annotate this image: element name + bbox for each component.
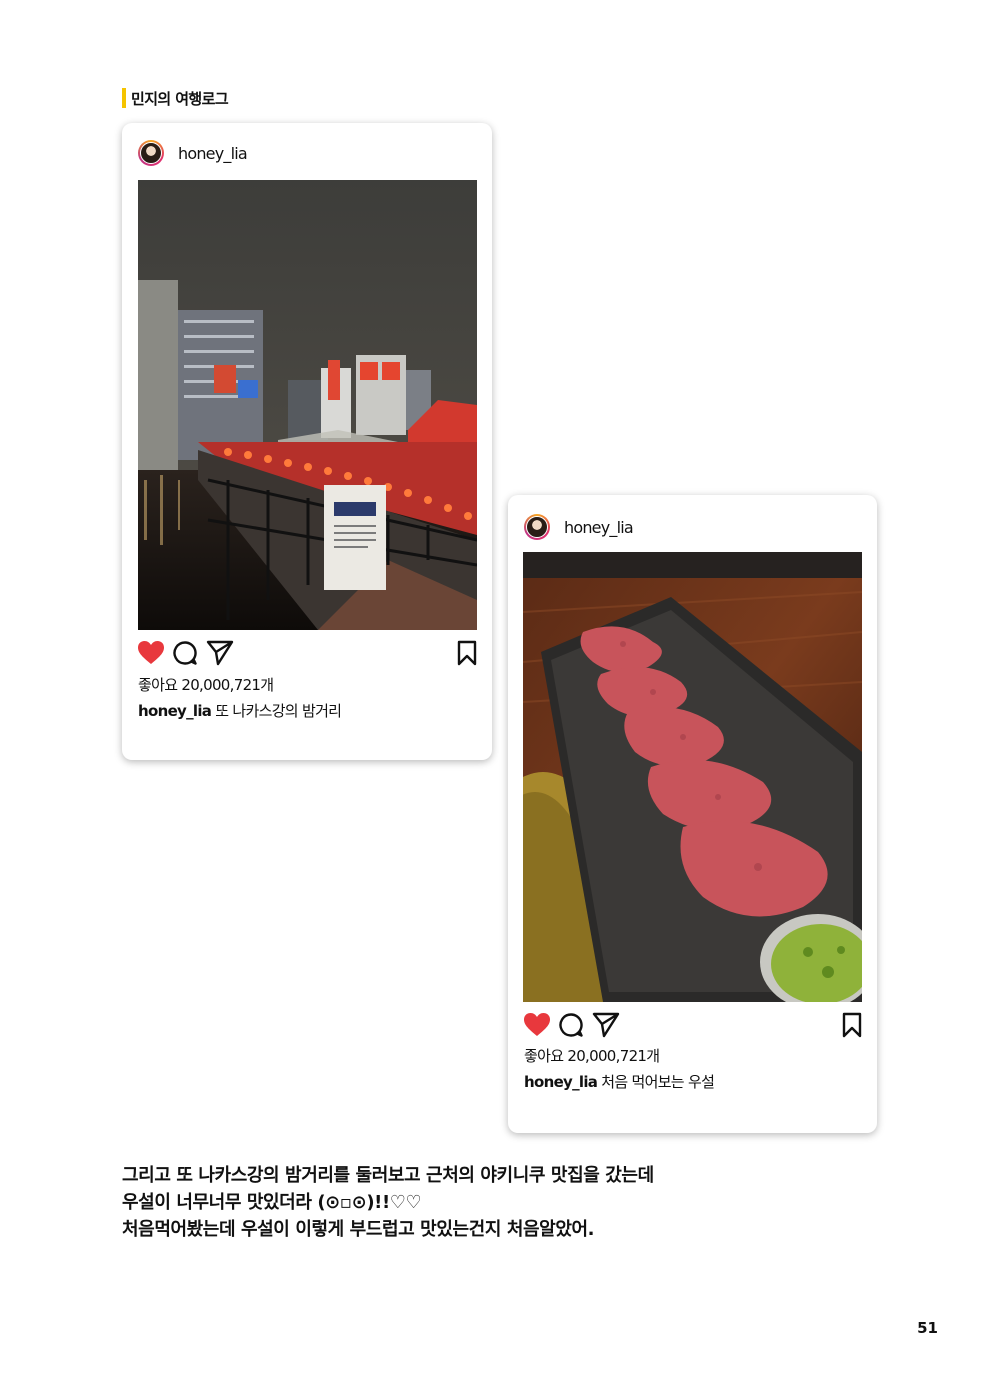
caption-username[interactable]: honey_lia	[138, 702, 212, 720]
bookmark-icon[interactable]	[841, 1012, 863, 1038]
post-actions	[122, 640, 492, 666]
beef-tongue-photo	[523, 552, 862, 1002]
post-card-1: honey_lia 좋아요 20,000,721개 honey_lia 또 나카…	[122, 123, 492, 760]
post-actions	[508, 1012, 877, 1038]
post-header: honey_lia	[138, 140, 248, 166]
page-number: 51	[917, 1319, 938, 1337]
heart-icon[interactable]	[523, 1012, 551, 1038]
caption-text: 또 나카스강의 밤거리	[215, 702, 342, 720]
caption-text: 처음 먹어보는 우설	[601, 1073, 715, 1091]
body-line-1: 그리고 또 나카스강의 밤거리를 둘러보고 근처의 야키니쿠 맛집을 갔는데	[122, 1165, 654, 1186]
bookmark-icon[interactable]	[456, 640, 478, 666]
comment-icon[interactable]	[172, 640, 198, 666]
post-caption: honey_lia 또 나카스강의 밤거리	[138, 700, 342, 721]
section-title-bar	[122, 88, 126, 108]
body-paragraph: 그리고 또 나카스강의 밤거리를 둘러보고 근처의 야키니쿠 맛집을 갔는데 우…	[122, 1162, 654, 1243]
share-icon[interactable]	[592, 1012, 620, 1038]
night-river-photo	[138, 180, 477, 630]
username[interactable]: honey_lia	[564, 518, 634, 537]
share-icon[interactable]	[206, 640, 234, 666]
post-card-2: honey_lia 좋아요 20,000,721개 honey_lia 처음 먹…	[508, 495, 877, 1133]
body-line-2: 우설이 너무너무 맛있더라 (⊙▫⊙)!!♡♡	[122, 1192, 422, 1213]
avatar[interactable]	[138, 140, 164, 166]
body-line-3: 처음먹어봤는데 우설이 이렇게 부드럽고 맛있는건지 처음알았어.	[122, 1219, 595, 1240]
likes-count: 좋아요 20,000,721개	[524, 1047, 660, 1065]
heart-icon[interactable]	[137, 640, 165, 666]
post-caption: honey_lia 처음 먹어보는 우설	[524, 1071, 715, 1092]
username[interactable]: honey_lia	[178, 144, 248, 163]
avatar[interactable]	[524, 514, 550, 540]
post-header: honey_lia	[524, 514, 634, 540]
section-title: 민지의 여행로그	[122, 88, 229, 108]
likes-count: 좋아요 20,000,721개	[138, 676, 274, 694]
comment-icon[interactable]	[558, 1012, 584, 1038]
caption-username[interactable]: honey_lia	[524, 1073, 598, 1091]
section-title-text: 민지의 여행로그	[131, 89, 229, 108]
